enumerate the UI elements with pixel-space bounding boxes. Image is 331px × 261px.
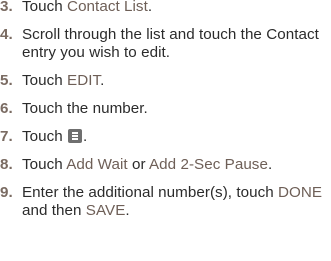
step-text: Enter the additional number(s), touch [22, 184, 279, 201]
step-text: and then [22, 202, 86, 219]
keyword-done: DONE [278, 184, 323, 201]
step-number: 3. [0, 0, 13, 15]
step-6: 6. Touch the number. [0, 100, 331, 118]
keyword-contact-list: Contact List [67, 0, 148, 15]
step-7: 7. Touch . [0, 128, 331, 146]
step-8: 8. Touch Add Wait or Add 2-Sec Pause. [0, 156, 331, 174]
step-text: or [127, 156, 149, 173]
keyword-save: SAVE [85, 202, 126, 219]
step-text: Touch [22, 128, 68, 145]
step-4: 4. Scroll through the list and touch the… [0, 26, 331, 62]
step-text: Touch the number. [22, 100, 148, 117]
step-5: 5. Touch EDIT. [0, 72, 331, 90]
step-number: 6. [0, 100, 13, 117]
step-text: Touch [22, 0, 68, 15]
menu-icon [68, 129, 83, 143]
step-number: 7. [0, 128, 13, 145]
keyword-add-2-sec-pause: Add 2-Sec Pause [149, 156, 268, 173]
step-number: 4. [0, 26, 13, 43]
step-number: 9. [0, 184, 13, 201]
step-number: 5. [0, 72, 13, 89]
step-text: . [125, 202, 130, 219]
step-text: Touch [22, 156, 67, 173]
step-number: 8. [0, 156, 13, 173]
step-text: . [267, 156, 273, 173]
step-3: 3. Touch Contact List. [0, 0, 331, 16]
step-text: . [100, 72, 105, 89]
step-text: . [83, 128, 88, 145]
keyword-edit: EDIT [67, 72, 101, 89]
instruction-steps: 3. Touch Contact List. 4. Scroll through… [0, 0, 331, 226]
keyword-add-wait: Add Wait [66, 156, 128, 173]
step-text: Touch [22, 72, 68, 89]
step-text: Scroll through the list and touch the Co… [22, 26, 319, 61]
step-9: 9. Enter the additional number(s), touch… [0, 184, 331, 220]
step-text: . [147, 0, 153, 15]
